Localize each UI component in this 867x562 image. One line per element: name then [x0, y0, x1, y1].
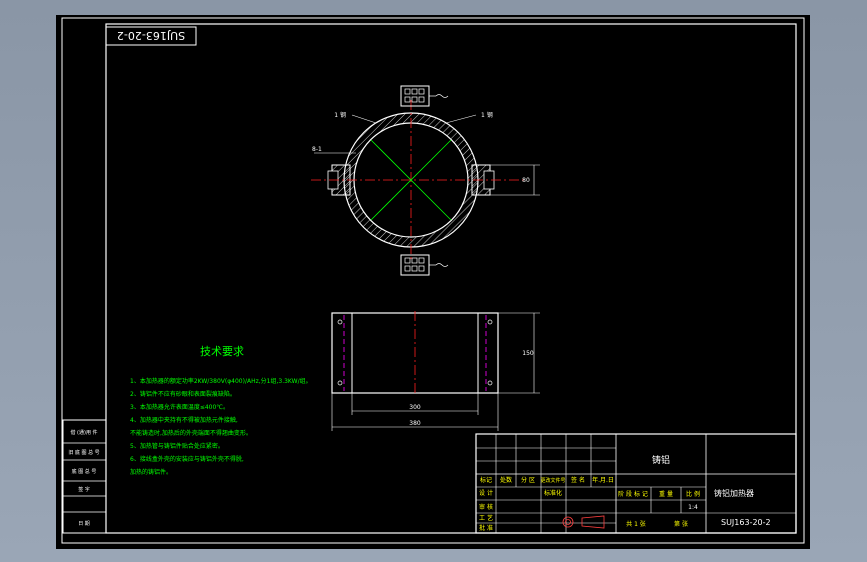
left-table-cell: 日 期 [78, 521, 90, 527]
process-label: 工 艺 [479, 514, 493, 522]
projection-symbol-icon [562, 515, 605, 529]
upper-right-callout: 1 钢 [481, 111, 493, 119]
inner-width-dim: 300 [409, 404, 421, 411]
approve-label: 批 准 [479, 524, 493, 532]
tech-list: 1、本加热器的额定功率2KW/380V(φ400)/AHz,分1组,3.3KW/… [130, 377, 312, 476]
left-dim-text: 8-1 [312, 146, 322, 153]
tech-title: 技术要求 [200, 345, 244, 358]
stage-label: 阶 段 标 记 [618, 490, 648, 498]
zone-label: 分 区 [521, 476, 535, 484]
left-table-cell: 借 (通)用 件 [70, 429, 97, 436]
ring-top-view: 1 钢 1 钢 8-1 80 [311, 100, 540, 260]
leader-left [351, 114, 377, 124]
tech-item: 4、加热器中夹持有不得被加热元件接触, [130, 416, 238, 424]
count-label: 处数 [500, 476, 512, 484]
side-view: 150 300 380 [331, 311, 540, 431]
sign-label: 签 名 [571, 476, 585, 484]
part-name: 铸铝 [652, 454, 670, 466]
height-dim: 150 [522, 350, 534, 357]
outer-width-dim: 380 [409, 420, 421, 427]
drawing-name: 铸铝加热器 [714, 488, 754, 498]
drawing-canvas: SUJ163-20-2 1 钢 1 钢 8-1 80 150 300 380 技… [61, 17, 805, 544]
tech-item: 1、本加热器的额定功率2KW/380V(φ400)/AHz,分1组,3.3KW/… [130, 377, 312, 385]
drawing-sheet: SUJ163-20-2 1 钢 1 钢 8-1 80 150 300 380 技… [56, 15, 810, 549]
date-label: 年.月.日 [592, 476, 614, 484]
standard-label: 标准化 [544, 489, 562, 497]
check-label: 审 核 [479, 503, 493, 511]
title-block: 铸铝 铸铝加热器 SUJ163-20-2 标记 处数 分 区 更改文件号 签 名… [475, 433, 797, 534]
tech-item: 加热的铸铝件。 [130, 468, 172, 476]
leader-right [445, 114, 477, 124]
design-label: 设 计 [479, 489, 493, 497]
scale-value: 1:4 [688, 504, 698, 511]
sheet-total: 共 1 张 [626, 520, 646, 528]
upper-left-callout: 1 钢 [334, 111, 346, 119]
tech-item: 5、加热管与铸铝件贴合处应紧密。 [130, 442, 224, 450]
flange-dim-text: 80 [522, 177, 530, 184]
mark-label: 标记 [480, 476, 492, 484]
sheet-number: 第 张 [674, 520, 688, 528]
code-box-text: SUJ163-20-2 [117, 29, 185, 42]
left-table-cell: 签 字 [78, 486, 90, 493]
tech-item: 不能铸造时,加热后的外壳端面不得翘曲变形。 [130, 429, 252, 437]
change-doc-label: 更改文件号 [540, 477, 565, 484]
left-table-cell: 底 图 总 号 [72, 468, 97, 475]
outer-frame [61, 17, 805, 544]
tech-item: 6、接线盒外壳的安装应与铸铝外壳不得脱, [130, 455, 244, 463]
weight-label: 重 量 [659, 490, 673, 498]
top-junction-box [400, 85, 449, 107]
bottom-junction-box [400, 254, 449, 276]
tech-item: 3、本加热器允许表面温度≤400℃。 [130, 403, 229, 411]
left-table: 借 (通)用 件 旧 底 图 总 号 底 图 总 号 签 字 日 期 [62, 419, 107, 534]
scale-label: 比 例 [686, 490, 700, 498]
drawing-number: SUJ163-20-2 [721, 518, 771, 527]
left-table-cell: 旧 底 图 总 号 [68, 449, 99, 456]
tech-item: 2、铸铝件不应有砂眼和表面裂痕缺陷。 [130, 390, 236, 398]
